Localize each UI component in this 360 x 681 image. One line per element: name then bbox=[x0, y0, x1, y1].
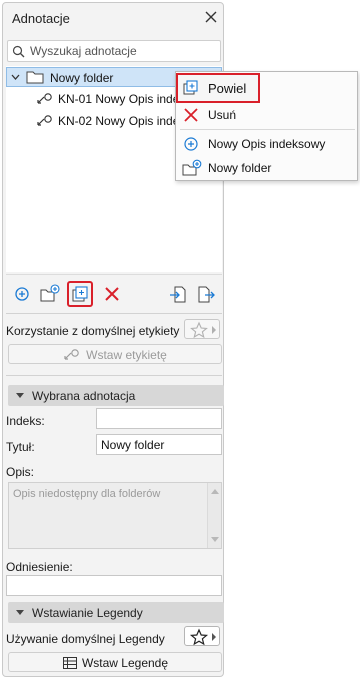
title-field[interactable]: Nowy folder bbox=[96, 434, 222, 455]
panel-title: Adnotacje bbox=[12, 11, 70, 26]
menu-item-delete[interactable]: Usuń bbox=[176, 103, 357, 127]
search-input[interactable] bbox=[30, 43, 216, 59]
description-label: Opis: bbox=[6, 465, 35, 479]
insert-legend-text: Wstaw Legendę bbox=[81, 656, 169, 670]
default-label-text: Korzystanie z domyślnej etykiety bbox=[6, 324, 180, 338]
title-value: Nowy folder bbox=[101, 438, 165, 452]
folder-icon bbox=[26, 71, 44, 84]
title-label: Tytuł: bbox=[6, 440, 35, 454]
legend-table-icon bbox=[62, 657, 77, 669]
duplicate-icon bbox=[72, 286, 88, 302]
import-button[interactable] bbox=[167, 283, 189, 305]
delete-x-icon bbox=[184, 108, 198, 122]
search-icon bbox=[12, 45, 25, 58]
label-marker-icon bbox=[37, 115, 52, 126]
section-title: Wstawianie Legendy bbox=[32, 606, 143, 620]
star-icon bbox=[189, 628, 209, 646]
delete-x-icon bbox=[105, 287, 119, 301]
tree-folder-label: Nowy folder bbox=[50, 71, 114, 85]
menu-separator bbox=[180, 129, 355, 130]
reference-field[interactable] bbox=[6, 575, 222, 596]
star-icon bbox=[190, 321, 208, 339]
scroll-down-icon[interactable] bbox=[211, 537, 219, 542]
chevron-down-icon[interactable] bbox=[11, 73, 20, 81]
menu-item-label: Nowy Opis indeksowy bbox=[208, 137, 326, 151]
divider bbox=[6, 313, 222, 314]
duplicate-button[interactable] bbox=[67, 281, 93, 307]
chevron-right-icon bbox=[212, 326, 216, 334]
insert-label-button[interactable]: Wstaw etykietę bbox=[8, 344, 222, 364]
menu-item-label: Nowy folder bbox=[208, 161, 272, 175]
index-field[interactable] bbox=[96, 408, 222, 429]
export-button[interactable] bbox=[195, 283, 217, 305]
export-icon bbox=[198, 286, 215, 303]
duplicate-icon bbox=[183, 80, 198, 95]
menu-item-new-index-label[interactable]: Nowy Opis indeksowy bbox=[176, 132, 357, 156]
menu-item-label: Powiel bbox=[208, 81, 247, 96]
import-icon bbox=[170, 286, 186, 303]
scroll-up-icon[interactable] bbox=[211, 489, 219, 494]
index-label: Indeks: bbox=[6, 414, 45, 428]
collapse-triangle-icon bbox=[16, 610, 24, 615]
legend-section-header[interactable]: Wstawianie Legendy bbox=[8, 602, 224, 623]
toolbar-divider bbox=[6, 274, 222, 275]
add-circle-icon bbox=[15, 287, 29, 301]
delete-button[interactable] bbox=[101, 283, 123, 305]
close-icon[interactable] bbox=[202, 8, 220, 26]
divider bbox=[6, 375, 222, 376]
new-folder-icon bbox=[182, 159, 202, 176]
default-legend-favorite-picker[interactable] bbox=[184, 626, 220, 646]
label-marker-icon bbox=[64, 349, 79, 360]
description-scrollbar[interactable] bbox=[207, 483, 221, 548]
collapse-triangle-icon bbox=[16, 393, 24, 398]
default-label-favorite-picker[interactable] bbox=[184, 319, 220, 339]
context-menu: Powiel Usuń Nowy Opis indeksowy Nowy fol… bbox=[175, 71, 358, 181]
default-legend-text: Używanie domyślnej Legendy bbox=[6, 632, 165, 646]
menu-item-duplicate[interactable]: Powiel bbox=[176, 73, 260, 103]
menu-item-label: Usuń bbox=[208, 108, 237, 122]
insert-legend-button[interactable]: Wstaw Legendę bbox=[8, 652, 222, 672]
description-field: Opis niedostępny dla folderów bbox=[8, 482, 222, 549]
insert-label-text: Wstaw etykietę bbox=[86, 348, 167, 362]
menu-item-new-folder[interactable]: Nowy folder bbox=[176, 156, 357, 180]
add-circle-icon bbox=[184, 137, 198, 151]
search-field[interactable] bbox=[7, 40, 221, 62]
label-marker-icon bbox=[37, 93, 52, 104]
chevron-right-icon bbox=[212, 633, 216, 641]
add-annotation-button[interactable] bbox=[11, 283, 33, 305]
section-title: Wybrana adnotacja bbox=[32, 389, 136, 403]
new-folder-icon bbox=[40, 284, 60, 302]
reference-label: Odniesienie: bbox=[6, 560, 73, 574]
selected-annotation-section-header[interactable]: Wybrana adnotacja bbox=[8, 385, 224, 406]
description-placeholder: Opis niedostępny dla folderów bbox=[13, 488, 161, 500]
new-folder-button[interactable] bbox=[39, 283, 61, 305]
